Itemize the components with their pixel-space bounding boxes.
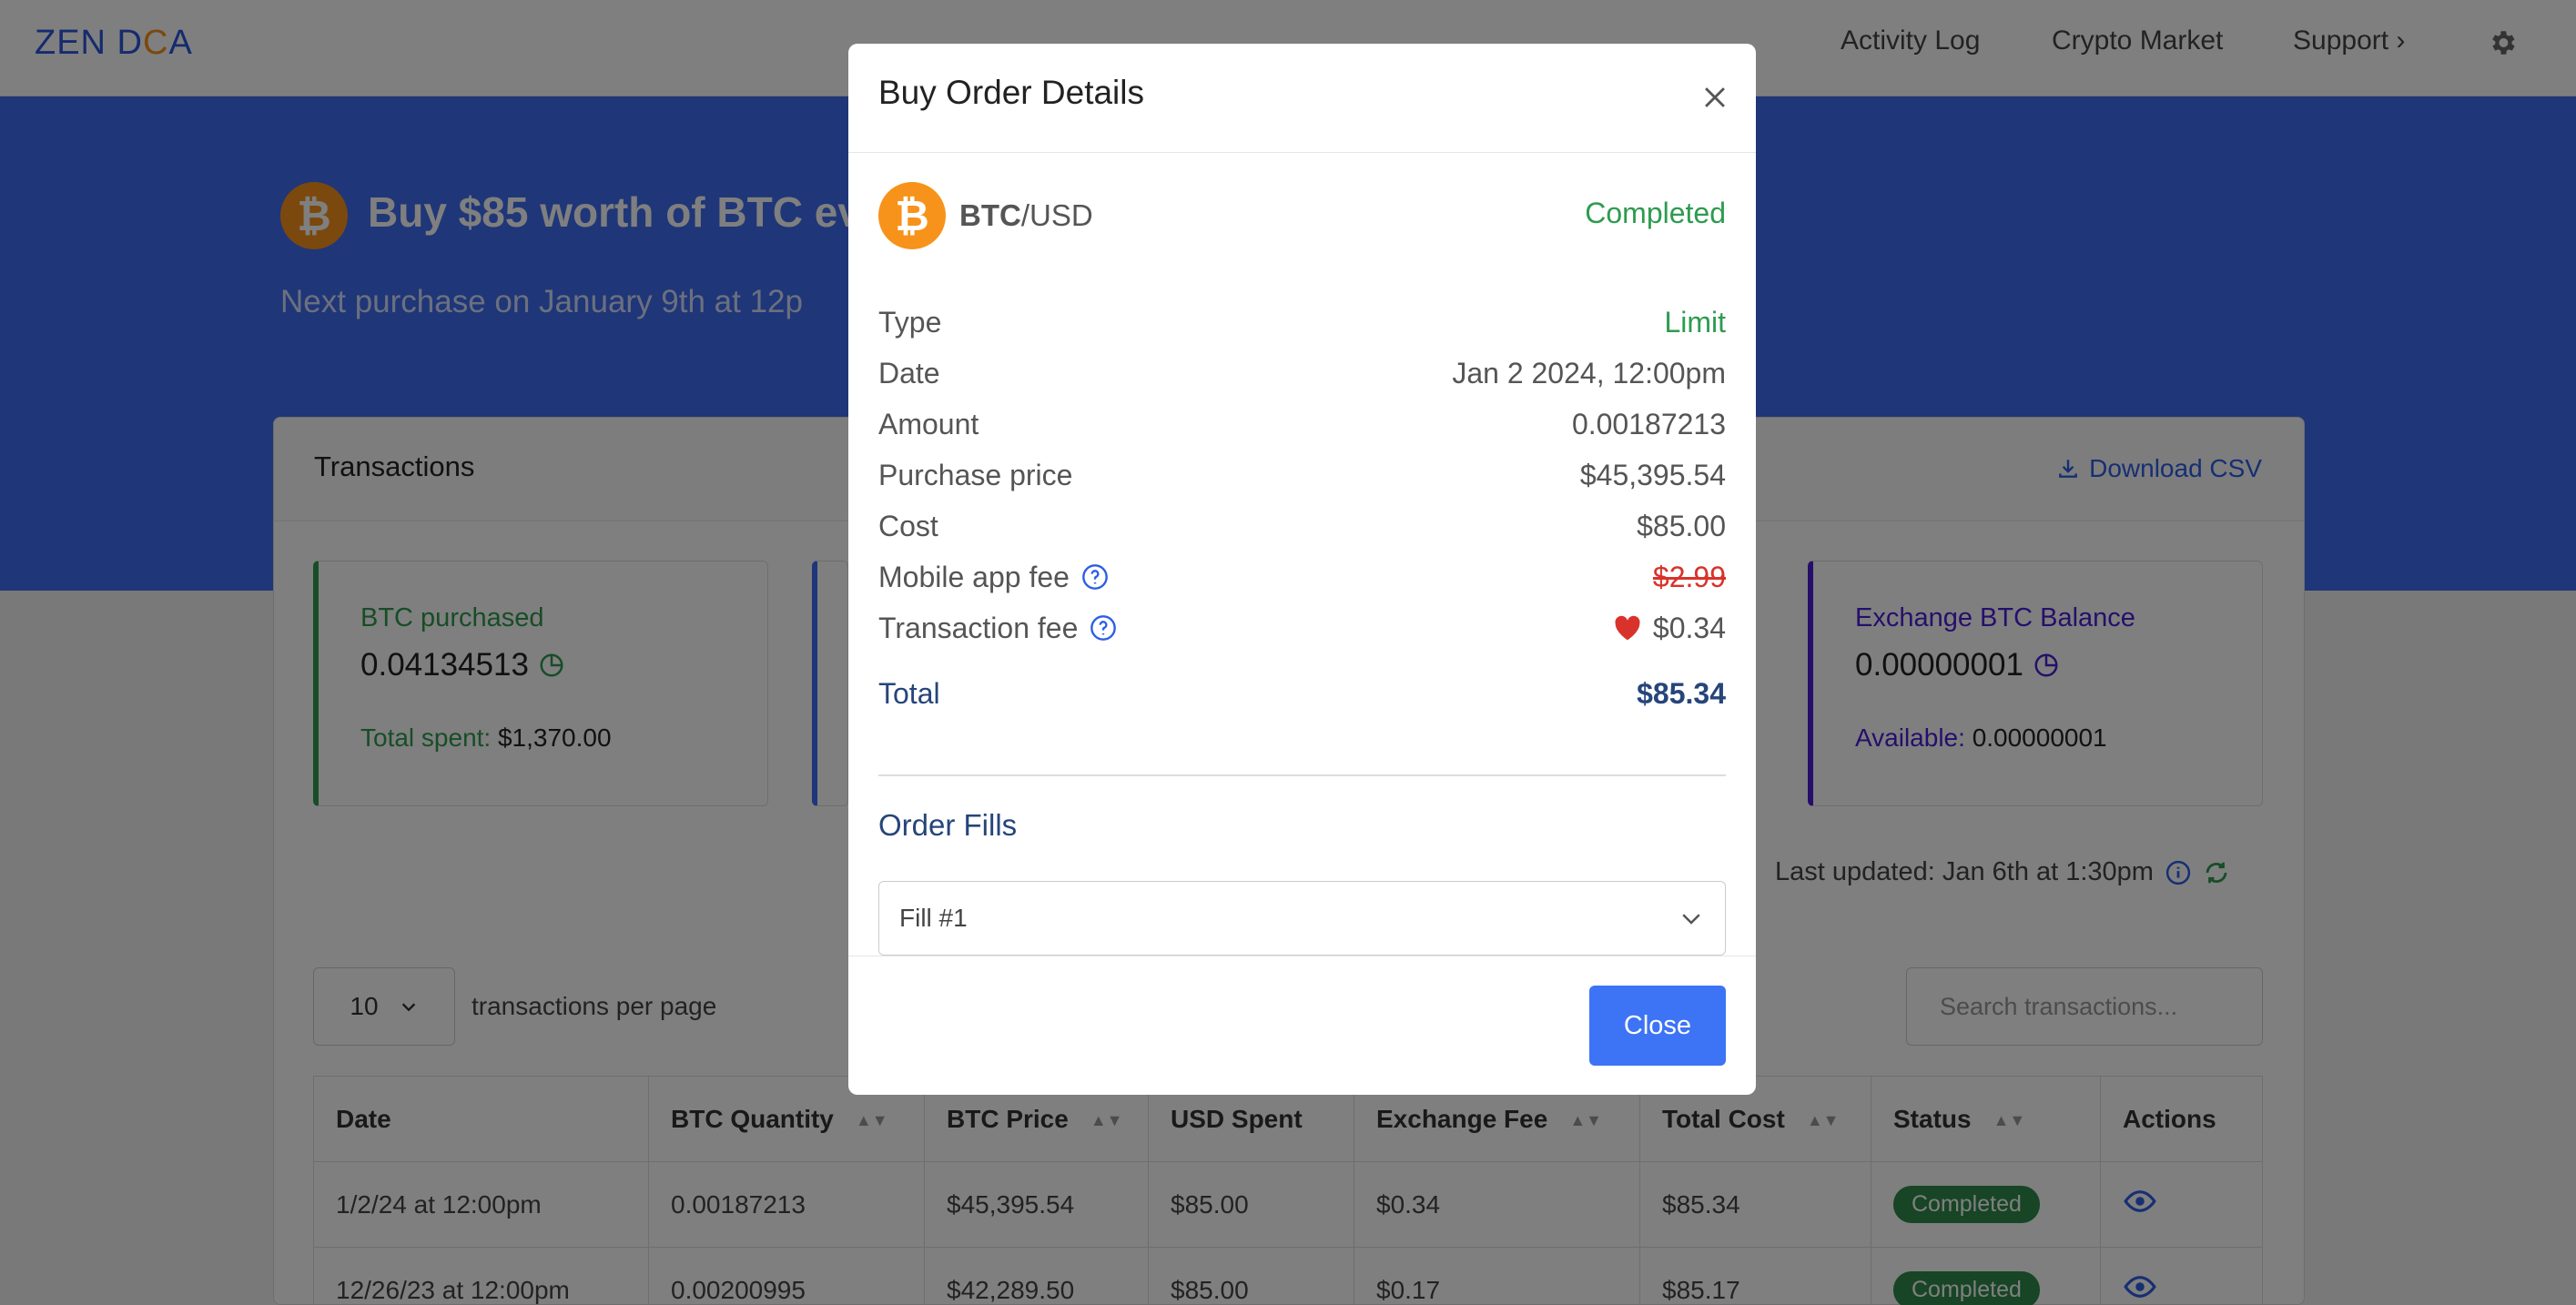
detail-row-date: Date Jan 2 2024, 12:00pm — [878, 356, 1726, 389]
order-fills-title: Order Fills — [878, 808, 1018, 842]
detail-row-transaction-fee: Transaction fee $0.34 — [878, 611, 1726, 644]
detail-row-amount: Amount 0.00187213 — [878, 407, 1726, 440]
detail-row-cost: Cost $85.00 — [878, 509, 1726, 542]
help-icon[interactable] — [1080, 562, 1110, 592]
trading-pair: BTC/USD — [959, 198, 1093, 232]
bitcoin-icon: ₿ — [878, 182, 946, 249]
buy-order-modal: Buy Order Details ₿ BTC/USD Completed Ty… — [848, 44, 1756, 1095]
modal-title: Buy Order Details — [878, 74, 1144, 111]
heart-icon — [1615, 615, 1640, 641]
close-icon[interactable] — [1699, 82, 1730, 113]
detail-row-type: Type Limit — [878, 305, 1726, 339]
order-status: Completed — [1585, 197, 1726, 229]
detail-row-purchase-price: Purchase price $45,395.54 — [878, 458, 1726, 491]
modal-header: Buy Order Details — [848, 44, 1756, 153]
detail-row-mobile-fee: Mobile app fee $2.99 — [878, 560, 1726, 593]
close-button[interactable]: Close — [1589, 986, 1726, 1066]
fill-select[interactable]: Fill #1 — [878, 881, 1726, 956]
detail-row-total: Total $85.34 — [878, 676, 1726, 710]
chevron-down-icon — [1682, 914, 1700, 925]
help-icon[interactable] — [1089, 613, 1118, 642]
divider — [878, 774, 1726, 776]
